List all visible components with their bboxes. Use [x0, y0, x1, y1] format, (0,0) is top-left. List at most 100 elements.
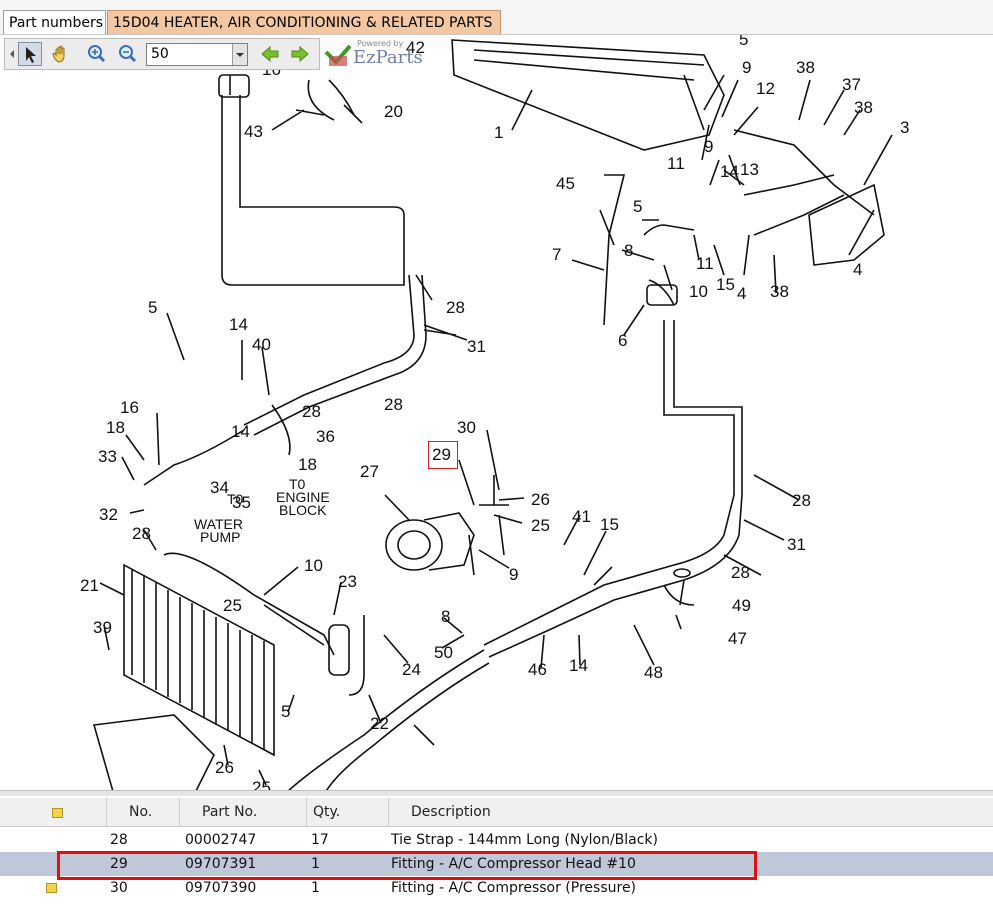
callout-label[interactable]: 28: [132, 524, 151, 543]
callout-label[interactable]: 1: [494, 123, 503, 142]
callout-label[interactable]: 33: [98, 447, 117, 466]
water-pump-label-1: T0: [227, 491, 244, 507]
header-description[interactable]: Description: [388, 798, 993, 827]
callout-label[interactable]: 8: [624, 241, 633, 260]
callout-label[interactable]: 4: [737, 284, 746, 303]
callout-label[interactable]: 11: [667, 154, 685, 173]
cell-description: Tie Strap - 144mm Long (Nylon/Black): [391, 832, 659, 848]
callout-label[interactable]: 14: [229, 315, 248, 334]
callout-label[interactable]: 25: [223, 596, 242, 615]
callout-label[interactable]: 7: [552, 245, 561, 264]
callout-label[interactable]: 5: [633, 197, 642, 216]
cell-no: 28: [110, 832, 128, 848]
parts-diagram-viewer[interactable]: 42 5 9 38 37 38 3 16 20 43 1 12 9 11 13 …: [4, 35, 993, 790]
cell-qty: 17: [311, 832, 329, 848]
callout-label[interactable]: 36: [316, 427, 335, 446]
callout-label[interactable]: 15: [716, 275, 735, 294]
callout-label[interactable]: 16: [120, 398, 139, 417]
callout-label[interactable]: 30: [457, 418, 476, 437]
callout-label[interactable]: 31: [467, 337, 486, 356]
tab-diagram-heater-ac[interactable]: 15D04 HEATER, AIR CONDITIONING & RELATED…: [107, 10, 501, 34]
header-part-no[interactable]: Part No.: [179, 798, 306, 827]
callout-label[interactable]: 41: [572, 507, 591, 526]
callout-label[interactable]: 47: [728, 629, 747, 648]
callout-label[interactable]: 10: [304, 556, 323, 575]
callout-label[interactable]: 40: [252, 335, 271, 354]
callout-label[interactable]: 6: [618, 331, 627, 350]
callout-label[interactable]: 12: [756, 79, 775, 98]
callout-label[interactable]: 39: [93, 618, 112, 637]
callout-label[interactable]: 38: [796, 58, 815, 77]
callout-label[interactable]: 28: [302, 402, 321, 421]
callout-label[interactable]: 20: [384, 102, 403, 121]
note-icon: [52, 808, 63, 818]
callout-label[interactable]: 38: [854, 98, 873, 117]
callout-label[interactable]: 14: [720, 162, 739, 181]
table-header: No. Part No. Qty. Description: [0, 798, 993, 827]
callout-label[interactable]: 49: [732, 596, 751, 615]
selection-highlight-outline: [57, 851, 757, 880]
callout-label[interactable]: 28: [731, 563, 750, 582]
tab-part-numbers[interactable]: Part numbers: [3, 10, 106, 34]
arrow-right-icon[interactable]: [288, 42, 312, 66]
callout-label[interactable]: 9: [704, 137, 713, 156]
pointer-icon[interactable]: [18, 42, 42, 66]
chevron-down-icon[interactable]: [232, 44, 247, 65]
header-qty[interactable]: Qty.: [306, 798, 388, 827]
cell-part-no: 00002747: [185, 832, 257, 848]
callout-label[interactable]: 18: [298, 455, 317, 474]
zoom-level-select[interactable]: 50: [146, 43, 248, 66]
zoom-out-icon[interactable]: [116, 42, 140, 66]
callout-label[interactable]: 8: [441, 607, 450, 626]
header-no[interactable]: No.: [106, 798, 179, 827]
callout-label[interactable]: 18: [106, 418, 125, 437]
note-icon[interactable]: [46, 883, 57, 893]
callout-label[interactable]: 22: [370, 714, 389, 733]
callout-label[interactable]: 13: [740, 160, 759, 179]
highlighted-callout-box[interactable]: [428, 441, 458, 469]
callout-label[interactable]: 5: [148, 298, 157, 317]
ezparts-logo: Powered by EzParts: [323, 38, 433, 70]
callout-label[interactable]: 45: [556, 174, 575, 193]
callout-label[interactable]: 14: [569, 656, 588, 675]
table-row[interactable]: 28 00002747 17 Tie Strap - 144mm Long (N…: [0, 828, 993, 852]
arrow-left-icon[interactable]: [258, 42, 282, 66]
callout-label[interactable]: 27: [360, 462, 379, 481]
callout-label[interactable]: 48: [644, 663, 663, 682]
zoom-in-icon[interactable]: [85, 42, 109, 66]
pan-hand-icon[interactable]: [49, 42, 73, 66]
callout-label[interactable]: 15: [600, 515, 619, 534]
callout-label[interactable]: 14: [231, 422, 250, 441]
callout-label[interactable]: 9: [742, 58, 751, 77]
callout-label[interactable]: 46: [528, 660, 547, 679]
callout-label[interactable]: 43: [244, 122, 263, 141]
zoom-level-value: 50: [151, 46, 169, 62]
callout-label[interactable]: 5: [281, 702, 290, 721]
callout-label[interactable]: 28: [384, 395, 403, 414]
callout-label[interactable]: 3: [900, 118, 909, 137]
callout-label[interactable]: 32: [99, 505, 118, 524]
callout-label[interactable]: 26: [531, 490, 550, 509]
callout-label[interactable]: 31: [787, 535, 806, 554]
callout-label[interactable]: 25: [252, 778, 271, 790]
callout-label[interactable]: 9: [509, 565, 518, 584]
callout-label[interactable]: 23: [338, 572, 357, 591]
callout-label[interactable]: 24: [402, 660, 421, 679]
callout-label[interactable]: 11: [696, 254, 714, 273]
parts-diagram: 42 5 9 38 37 38 3 16 20 43 1 12 9 11 13 …: [80, 35, 909, 790]
viewer-toolbar: 50: [4, 38, 320, 70]
callout-label[interactable]: 50: [434, 643, 453, 662]
callout-label[interactable]: 37: [842, 75, 861, 94]
header-icon-column[interactable]: [0, 798, 106, 827]
callout-label[interactable]: 4: [853, 260, 862, 279]
callout-label[interactable]: 25: [531, 516, 550, 535]
callout-label[interactable]: 5: [739, 35, 748, 49]
callout-label[interactable]: 26: [215, 758, 234, 777]
callout-label[interactable]: 10: [689, 282, 708, 301]
callout-label[interactable]: 38: [770, 282, 789, 301]
engine-block-label-3: BLOCK: [279, 502, 327, 518]
callout-label[interactable]: 28: [792, 491, 811, 510]
callout-label[interactable]: 28: [446, 298, 465, 317]
splitter[interactable]: [0, 790, 993, 796]
callout-label[interactable]: 21: [80, 576, 99, 595]
